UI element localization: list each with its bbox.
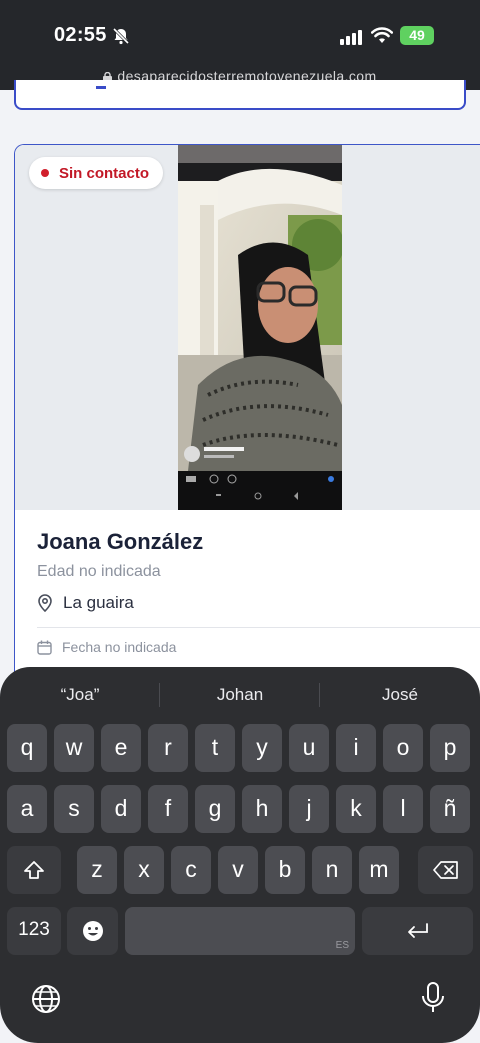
key-e[interactable]: e [101, 724, 141, 772]
status-badge: Sin contacto [29, 157, 164, 189]
suggestion-separator [159, 683, 160, 707]
person-photo [178, 145, 342, 510]
key-enye[interactable]: ñ [430, 785, 470, 833]
status-bar: 02:55 49 desaparecidosterremotovenezuela… [0, 0, 480, 90]
key-x[interactable]: x [124, 846, 164, 894]
key-y[interactable]: y [242, 724, 282, 772]
person-location: La guaira [63, 593, 134, 612]
numbers-key[interactable]: 123 [7, 907, 61, 955]
return-icon [407, 923, 428, 938]
shift-icon [24, 861, 44, 879]
key-u[interactable]: u [289, 724, 329, 772]
backspace-key[interactable] [418, 846, 473, 894]
shift-key[interactable] [7, 846, 61, 894]
suggestion-3[interactable]: José [340, 681, 460, 709]
key-o[interactable]: o [383, 724, 423, 772]
globe-icon[interactable] [30, 983, 62, 1015]
emoji-icon [82, 921, 103, 941]
bell-slash-icon [112, 27, 130, 45]
key-c[interactable]: c [171, 846, 211, 894]
key-v[interactable]: v [218, 846, 258, 894]
key-l[interactable]: l [383, 785, 423, 833]
key-j[interactable]: j [289, 785, 329, 833]
suggestion-1[interactable]: “Joa” [20, 681, 140, 709]
key-f[interactable]: f [148, 785, 188, 833]
person-photo-area: Sin contacto [15, 145, 480, 510]
key-t[interactable]: t [195, 724, 235, 772]
search-input[interactable] [14, 80, 466, 110]
key-m[interactable]: m [359, 846, 399, 894]
return-key[interactable] [362, 907, 473, 955]
key-b[interactable]: b [265, 846, 305, 894]
space-language-label: ES [335, 940, 349, 951]
card-divider [37, 627, 480, 628]
key-s[interactable]: s [54, 785, 94, 833]
key-a[interactable]: a [7, 785, 47, 833]
key-n[interactable]: n [312, 846, 352, 894]
key-d[interactable]: d [101, 785, 141, 833]
emoji-key[interactable] [67, 907, 118, 955]
microphone-icon[interactable] [420, 981, 446, 1015]
suggestion-separator [319, 683, 320, 707]
date-row: Fecha no indicada [37, 639, 176, 655]
wifi-icon [371, 27, 393, 43]
key-p[interactable]: p [430, 724, 470, 772]
signal-icon [340, 30, 362, 45]
status-dot [41, 169, 49, 177]
suggestion-2[interactable]: Johan [180, 681, 300, 709]
status-time: 02:55 [54, 24, 107, 46]
calendar-icon [37, 640, 52, 655]
status-badge-label: Sin contacto [59, 164, 150, 182]
key-q[interactable]: q [7, 724, 47, 772]
key-g[interactable]: g [195, 785, 235, 833]
key-k[interactable]: k [336, 785, 376, 833]
key-i[interactable]: i [336, 724, 376, 772]
keyboard: “Joa” Johan José q w e r t y u i o p a s… [0, 667, 480, 1043]
location-row: La guaira [37, 593, 134, 613]
person-age: Edad no indicada [37, 563, 161, 580]
space-bar[interactable]: ES [125, 907, 355, 955]
key-w[interactable]: w [54, 724, 94, 772]
battery-indicator: 49 [400, 26, 434, 45]
key-r[interactable]: r [148, 724, 188, 772]
key-z[interactable]: z [77, 846, 117, 894]
key-h[interactable]: h [242, 785, 282, 833]
person-name: Joana González [37, 529, 204, 554]
location-pin-icon [38, 594, 52, 612]
person-card[interactable]: Sin contacto Joana González Edad no indi… [14, 144, 480, 704]
backspace-icon [432, 861, 458, 879]
person-date: Fecha no indicada [62, 639, 177, 655]
